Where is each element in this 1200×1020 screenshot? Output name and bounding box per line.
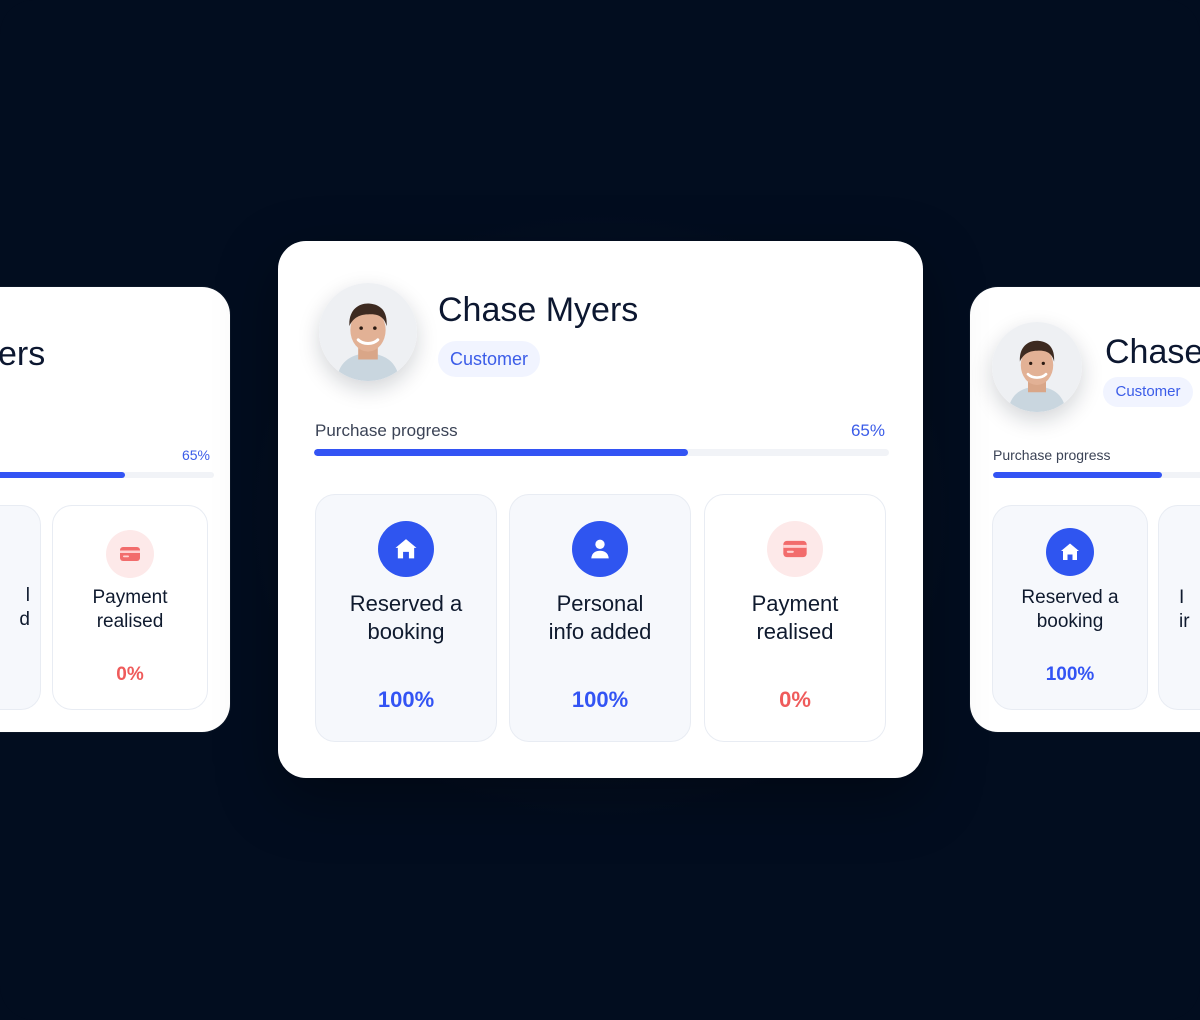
progress-percent: 65% <box>181 447 210 463</box>
step-card-payment[interactable]: Payment realised 0% <box>704 494 886 742</box>
step-card-reserved-booking[interactable]: Reserved a booking 100% <box>315 494 497 742</box>
progress-label: Purchase progress <box>993 447 1111 463</box>
customer-name-fragment: ers <box>0 335 46 373</box>
step-card-personal-info[interactable]: Personal info added 100% <box>509 494 691 742</box>
progress-percent: 65% <box>850 421 885 440</box>
user-icon <box>572 521 628 577</box>
step-value: 100% <box>1045 664 1095 685</box>
step-card-personal-info[interactable]: l d <box>0 505 41 710</box>
step-value: 100% <box>377 687 435 712</box>
customer-name-fragment: Chase <box>1105 333 1200 371</box>
right-customer-card[interactable]: Chase Customer Purchase progress Reserve… <box>970 287 1200 732</box>
customer-name: Chase Myers <box>438 291 639 329</box>
progress-fill <box>314 449 688 456</box>
step-label: Personal info added <box>548 591 652 644</box>
progress-track <box>993 472 1200 478</box>
avatar <box>992 322 1082 412</box>
role-badge: Customer <box>438 341 540 377</box>
progress-track <box>0 472 214 478</box>
avatar <box>319 283 417 381</box>
canvas: ers 65% l d Payment realised 0% Chase Cu… <box>0 0 1200 1020</box>
step-label: Reserved a booking <box>1021 587 1119 632</box>
credit-card-icon <box>106 530 154 578</box>
credit-card-icon <box>767 521 823 577</box>
left-customer-card[interactable]: ers 65% l d Payment realised 0% <box>0 287 230 732</box>
main-customer-card[interactable]: Chase Myers Customer Purchase progress 6… <box>278 241 923 778</box>
progress-label: Purchase progress <box>315 421 458 440</box>
step-card-payment[interactable]: Payment realised 0% <box>52 505 208 710</box>
step-label: Reserved a booking <box>349 591 463 644</box>
person-photo-icon <box>992 322 1082 412</box>
step-label: Payment realised <box>751 591 839 644</box>
step-value: 0% <box>779 687 811 712</box>
step-label: Payment realised <box>92 587 168 632</box>
home-icon <box>378 521 434 577</box>
step-label: I ir <box>1179 587 1190 632</box>
home-icon <box>1046 528 1094 576</box>
person-photo-icon <box>319 283 417 381</box>
progress-fill <box>993 472 1162 478</box>
progress-track <box>314 449 889 456</box>
step-label: l d <box>19 585 30 630</box>
step-value: 100% <box>571 687 629 712</box>
step-card-reserved-booking[interactable]: Reserved a booking 100% <box>992 505 1148 710</box>
role-badge: Customer <box>1103 377 1193 407</box>
step-card-personal-info[interactable]: I ir <box>1158 505 1200 710</box>
step-value: 0% <box>116 664 144 685</box>
progress-fill <box>0 472 126 478</box>
